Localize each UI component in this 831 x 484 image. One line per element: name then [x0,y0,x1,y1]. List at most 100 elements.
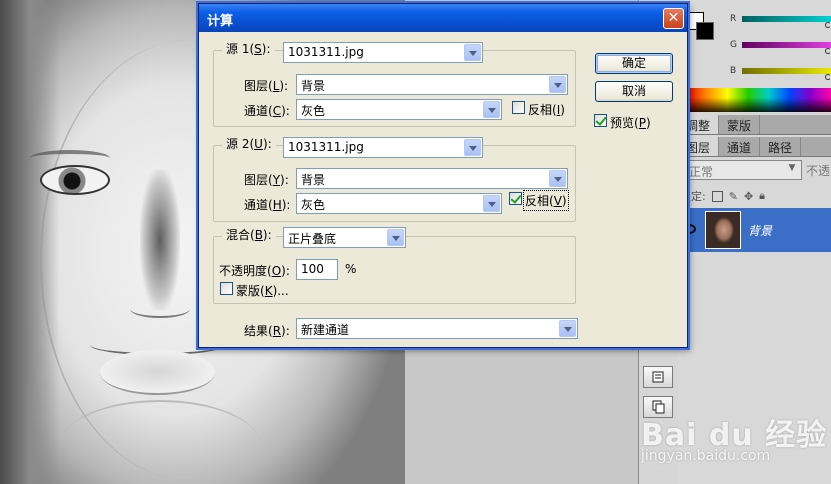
label-hotkey: H [272,198,282,212]
lock-row: 锁定: ✎ ✥ 🔒︎ [680,188,831,204]
source2-channel-label: 通道(H): [244,196,290,213]
layer-row-background[interactable]: 背景 [678,208,831,252]
preview-label[interactable]: 预览(P) [610,114,651,131]
legend-hotkey: S [254,42,262,56]
photo-eye [40,165,110,195]
source1-channel-select[interactable]: 灰色 [296,99,502,120]
cancel-button[interactable]: 取消 [595,81,673,102]
slider-label: G [730,40,737,50]
brush-icon[interactable]: ✎ [729,190,738,203]
color-spectrum[interactable] [686,88,831,112]
tab-masks[interactable]: 蒙版 [719,115,761,134]
source2-channel-select[interactable]: 灰色 [296,193,502,214]
source2-file-value: 1031311.jpg [288,140,364,154]
tab-channels[interactable]: 通道 [719,137,761,156]
slider-track[interactable] [742,42,831,48]
chevron-down-icon[interactable] [387,229,404,246]
label-suffix: ): [279,79,289,93]
ok-button[interactable]: 确定 [595,53,673,74]
photo-lip-bottom [100,350,215,395]
photo-nostrils [130,300,190,318]
color-slider-g[interactable]: G [730,40,831,54]
photo-brow [30,150,110,166]
layer-name: 背景 [748,224,773,238]
source1-channel-label: 通道(C): [244,102,290,119]
layer-blend-mode-select[interactable]: 正常 ▼ [682,160,802,180]
label-suffix: ): [281,324,290,338]
label-text: 通道( [244,198,273,212]
label-text: 结果( [244,324,273,338]
adjustments-tabbar: 调整 蒙版 [678,115,831,135]
legend-hotkey: U [254,137,263,151]
legend-text: 混合( [226,228,255,242]
label-hotkey: R [272,324,282,338]
history-panel-button[interactable] [643,366,673,388]
label-suffix: ) [561,194,567,208]
source1-file-select[interactable]: 1031311.jpg [283,42,483,63]
slider-thumb[interactable] [825,74,831,80]
slider-track[interactable] [742,16,831,22]
label-text: 图层( [244,79,273,93]
chevron-down-icon[interactable] [559,320,576,337]
chevron-down-icon[interactable] [483,101,500,118]
chevron-down-icon[interactable] [464,139,481,156]
blend-mode-value: 正常 [689,165,714,179]
result-value: 新建通道 [301,323,350,337]
baidu-watermark: Bai du 经验 jingyan.baidu.com [637,390,831,484]
source2-layer-value: 背景 [301,173,326,187]
label-text: 反相( [528,103,557,117]
result-select[interactable]: 新建通道 [296,318,578,339]
source2-invert-label[interactable]: 反相(V) [523,190,569,211]
label-text: 图层( [244,173,273,187]
photo-nose-shadow [140,170,180,310]
source2-channel-value: 灰色 [301,198,326,212]
slider-label: R [730,14,737,24]
color-slider-b[interactable]: B [730,66,831,80]
label-text: 预览( [610,116,639,130]
background-color-swatch[interactable] [696,22,714,40]
dialog-body: 源 1(S): 1031311.jpg 图层(L): 背景 通道(C): 灰色 … [202,32,686,346]
opacity-input[interactable]: 100 [296,259,338,280]
label-hotkey: O [271,264,282,278]
source1-channel-value: 灰色 [301,104,326,118]
move-icon[interactable]: ✥ [744,190,753,203]
source1-layer-select[interactable]: 背景 [296,74,568,95]
chevron-down-icon: ▼ [788,163,796,173]
source1-legend: 源 1(S): [222,40,275,57]
chevron-down-icon[interactable] [464,44,481,61]
dialog-titlebar[interactable]: 计算 ✕ [199,4,687,32]
slider-thumb[interactable] [825,22,831,28]
slider-thumb[interactable] [825,48,831,54]
source2-invert-checkbox[interactable] [509,192,522,205]
layers-tabbar: 图层 通道 路径 [678,137,831,157]
legend-text: 源 1( [226,42,255,56]
canvas-area-bottom [405,348,638,484]
mask-label[interactable]: 蒙版(K)... [236,282,289,299]
slider-label: B [730,66,737,76]
close-button[interactable]: ✕ [663,8,684,29]
lock-icon[interactable]: 🔒︎ [759,189,765,203]
lock-transparent-icon[interactable] [711,190,723,202]
layer-opacity-label: 不透 [806,164,831,178]
color-swatches[interactable] [686,8,718,40]
source1-invert-label[interactable]: 反相(I) [528,101,565,118]
chevron-down-icon[interactable] [549,76,566,93]
slider-track[interactable] [742,68,831,74]
color-slider-r[interactable]: R [730,14,831,28]
chevron-down-icon[interactable] [483,195,500,212]
source1-invert-checkbox[interactable] [512,101,525,114]
label-suffix: )... [272,284,289,298]
blend-mode-select[interactable]: 正片叠底 [283,227,406,248]
tab-paths[interactable]: 路径 [760,137,802,156]
dialog-title: 计算 [207,14,234,29]
chevron-down-icon[interactable] [549,170,566,187]
source2-layer-select[interactable]: 背景 [296,168,568,189]
label-hotkey: K [264,284,273,298]
legend-text: 源 2( [226,137,255,151]
source2-legend: 源 2(U): [222,135,276,152]
preview-checkbox[interactable] [594,114,607,127]
source2-file-select[interactable]: 1031311.jpg [283,137,483,158]
label-text: 反相( [525,194,554,208]
source1-file-value: 1031311.jpg [288,45,364,59]
mask-checkbox[interactable] [220,282,233,295]
